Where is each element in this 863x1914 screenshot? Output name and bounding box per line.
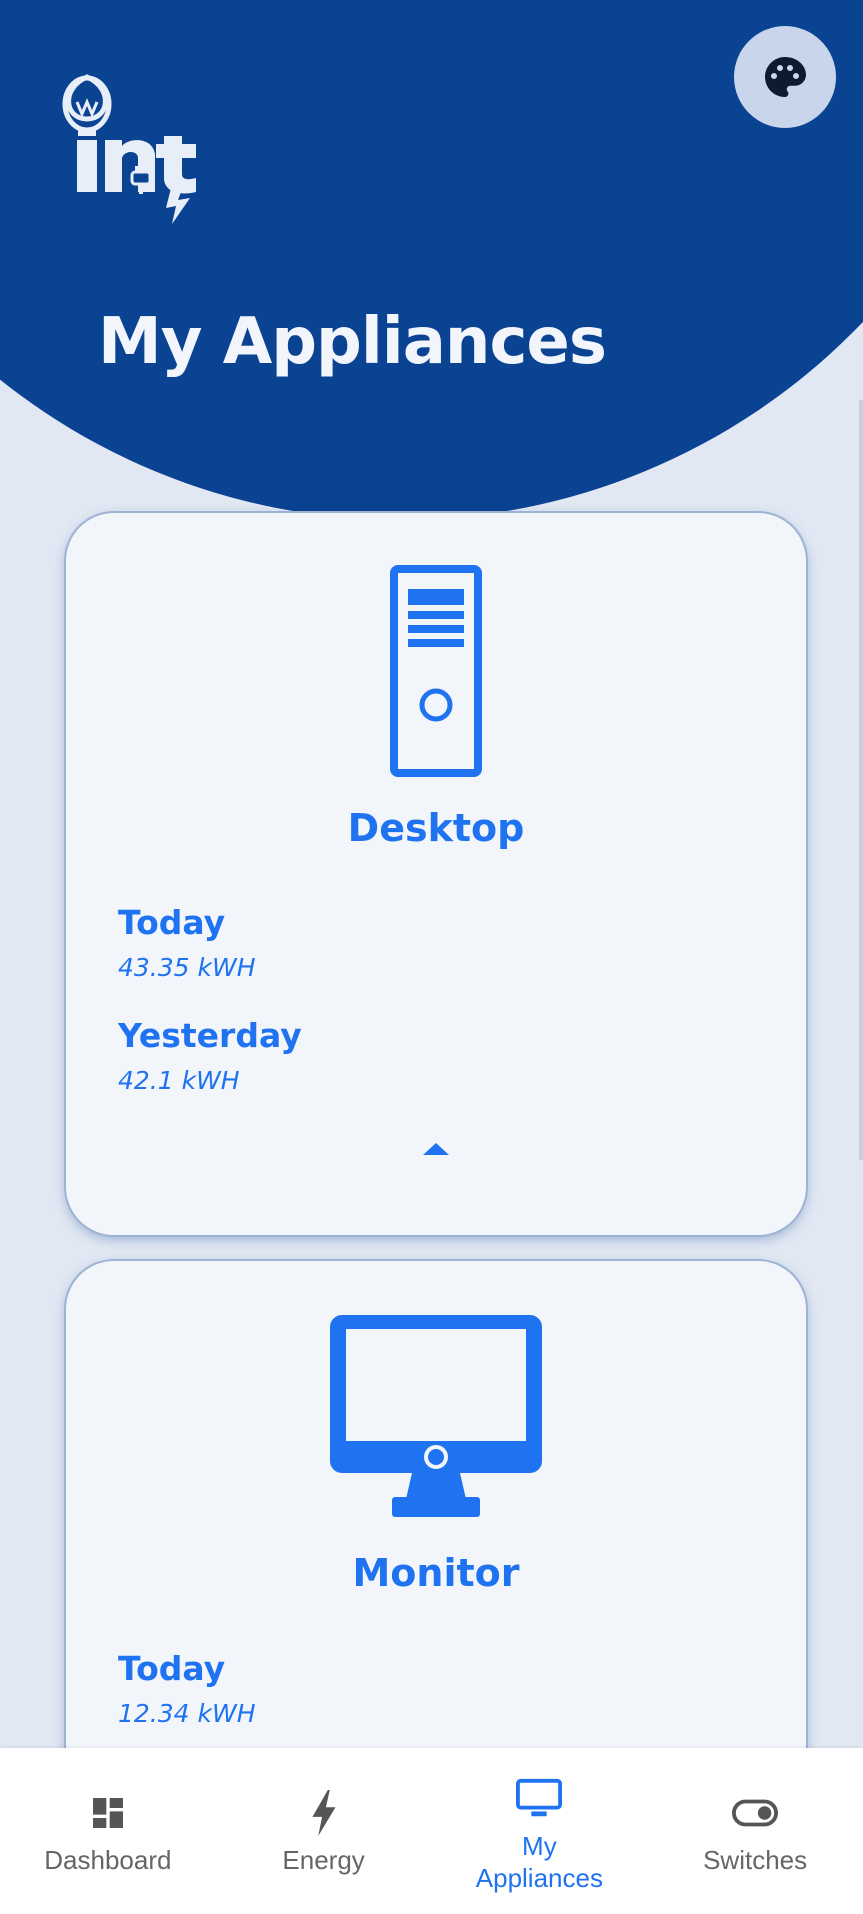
scrollbar[interactable]	[859, 400, 863, 1160]
dashboard-icon	[85, 1790, 131, 1836]
toggle-switch-icon	[732, 1790, 779, 1836]
nav-label: Energy	[282, 1845, 365, 1875]
lightning-bolt-icon	[301, 1790, 347, 1836]
collapse-caret-icon[interactable]	[423, 1143, 449, 1155]
desktop-tower-icon	[390, 565, 482, 782]
monitor-icon	[330, 1315, 542, 1522]
nav-label: Dashboard	[44, 1845, 172, 1875]
palette-icon	[765, 57, 806, 97]
today-value: 43.35 kWH	[118, 953, 256, 982]
page-title: My Appliances	[98, 305, 607, 379]
nav-item-switches[interactable]: Switches	[647, 1748, 863, 1914]
nav-item-energy[interactable]: Energy	[216, 1748, 432, 1914]
theme-toggle-button[interactable]	[734, 26, 836, 128]
app-logo	[60, 74, 230, 224]
appliance-name: Desktop	[347, 806, 525, 850]
appliance-card-desktop[interactable]: Desktop Today 43.35 kWH Yesterday 42.1 k…	[66, 513, 806, 1235]
nav-label: My Appliances	[475, 1831, 603, 1893]
yesterday-value: 42.1 kWH	[118, 1066, 240, 1095]
nav-item-my-appliances[interactable]: My Appliances	[432, 1748, 648, 1914]
yesterday-label: Yesterday	[118, 1016, 302, 1055]
lightbulb-logo-icon	[62, 74, 196, 224]
monitor-icon	[516, 1776, 563, 1822]
appliance-name: Monitor	[352, 1551, 520, 1595]
today-value: 12.34 kWH	[118, 1699, 256, 1728]
today-label: Today	[118, 903, 226, 942]
today-label: Today	[118, 1649, 226, 1688]
app-screen: My Appliances Desktop Today 43.35 kWH Ye…	[0, 0, 863, 1914]
bottom-navigation: Dashboard Energy My Appliances Switches	[0, 1748, 863, 1914]
nav-label: Switches	[703, 1845, 808, 1875]
nav-item-dashboard[interactable]: Dashboard	[0, 1748, 216, 1914]
